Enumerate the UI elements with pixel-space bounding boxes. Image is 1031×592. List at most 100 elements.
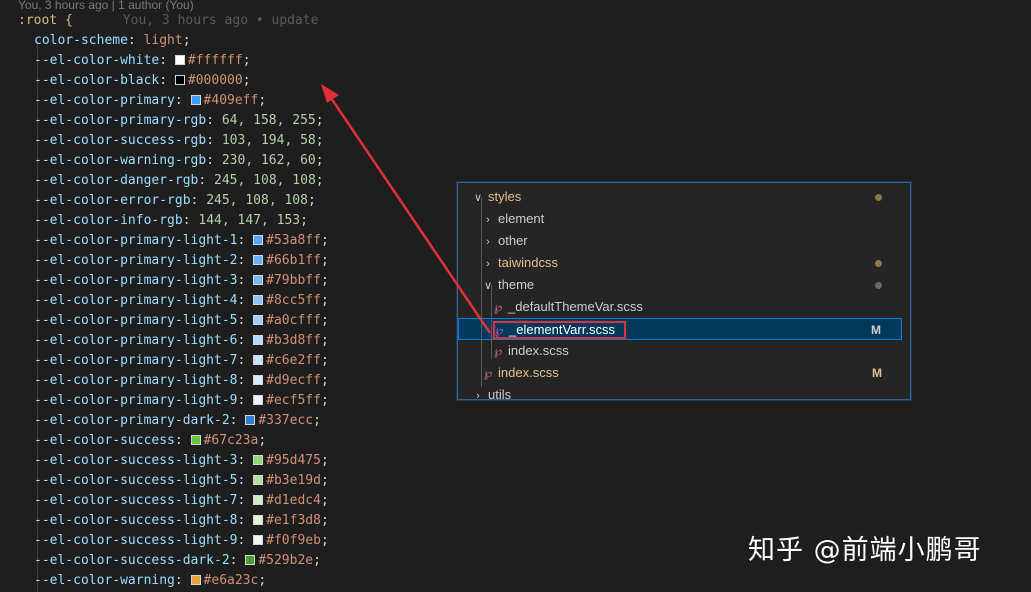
explorer-file-item[interactable]: ℘ _defaultThemeVar.scss — [458, 296, 902, 318]
zhihu-watermark: 知乎 @前端小鹏哥 — [748, 535, 982, 566]
colon: : — [127, 33, 144, 48]
css-value: #d9ecff — [266, 373, 321, 388]
code-line[interactable]: --el-color-primary-rgb: 64, 158, 255; — [18, 111, 1031, 131]
semicolon: ; — [320, 393, 329, 408]
css-property: color-scheme — [34, 33, 128, 48]
explorer-folder-item[interactable]: › utils — [458, 384, 902, 399]
color-swatch[interactable] — [253, 275, 264, 285]
code-line[interactable]: --el-color-black: #000000; — [18, 71, 1031, 91]
color-swatch[interactable] — [190, 435, 201, 445]
explorer-folder-item[interactable]: › element — [458, 208, 902, 230]
color-swatch[interactable] — [253, 335, 264, 345]
color-swatch[interactable] — [190, 95, 201, 105]
colon: : — [237, 253, 254, 268]
explorer-folder-item[interactable]: ∨ styles — [458, 186, 902, 208]
css-value: #d1edc4 — [266, 493, 321, 508]
color-swatch[interactable] — [253, 295, 264, 305]
css-value: #ffffff — [187, 53, 243, 68]
color-swatch[interactable] — [253, 395, 264, 405]
code-line[interactable]: --el-color-success: #67c23a; — [18, 431, 1031, 451]
explorer-file-item[interactable]: ℘ index.scss — [458, 340, 902, 362]
colon: : — [229, 413, 246, 428]
semicolon: ; — [320, 273, 329, 288]
css-property: --el-color-primary-light-2 — [34, 253, 238, 268]
css-property: --el-color-primary-light-9 — [34, 393, 238, 408]
css-property: --el-color-success-light-7 — [34, 493, 238, 508]
explorer-file-item[interactable]: ℘ _elementVarr.scss M — [458, 318, 902, 340]
chevron-right-icon[interactable]: › — [482, 253, 494, 275]
sass-file-icon: ℘ — [494, 323, 504, 337]
color-swatch[interactable] — [174, 55, 185, 65]
code-line[interactable]: --el-color-success-light-7: #d1edc4; — [18, 491, 1031, 511]
chevron-right-icon[interactable]: › — [482, 231, 494, 253]
semicolon: ; — [258, 573, 267, 588]
code-line[interactable]: color-scheme: light; — [18, 31, 1031, 51]
semicolon: ; — [315, 153, 324, 168]
colon: : — [237, 393, 254, 408]
css-value: #66b1ff — [266, 253, 321, 268]
color-swatch[interactable] — [245, 415, 256, 425]
explorer-file-item[interactable]: ℘ index.scss M — [458, 362, 902, 384]
colon: : — [237, 453, 254, 468]
color-swatch[interactable] — [245, 555, 256, 565]
colon: : — [182, 213, 199, 228]
sass-file-icon: ℘ — [493, 344, 503, 358]
css-property: --el-color-black — [34, 73, 160, 88]
semicolon: ; — [242, 53, 251, 68]
code-line[interactable]: --el-color-success-light-3: #95d475; — [18, 451, 1031, 471]
css-property: --el-color-primary-light-7 — [34, 353, 238, 368]
color-swatch[interactable] — [253, 535, 264, 545]
css-property: --el-color-danger-rgb — [34, 173, 199, 188]
code-line[interactable]: --el-color-primary-dark-2: #337ecc; — [18, 411, 1031, 431]
css-property: --el-color-primary-light-5 — [34, 313, 238, 328]
semicolon: ; — [320, 353, 329, 368]
code-line[interactable]: --el-color-white: #ffffff; — [18, 51, 1031, 71]
css-property: --el-color-success-light-8 — [34, 513, 238, 528]
explorer-folder-item[interactable]: ∨ theme — [458, 274, 902, 296]
color-swatch[interactable] — [253, 255, 264, 265]
color-swatch[interactable] — [253, 235, 264, 245]
color-swatch[interactable] — [253, 315, 264, 325]
color-swatch[interactable] — [253, 355, 264, 365]
modified-dot-indicator — [875, 194, 882, 201]
colon: : — [198, 173, 215, 188]
css-property: --el-color-primary-light-8 — [34, 373, 238, 388]
explorer-folder-item[interactable]: › other — [458, 230, 902, 252]
code-line[interactable]: --el-color-warning: #e6a23c; — [18, 571, 1031, 591]
color-swatch[interactable] — [253, 495, 264, 505]
colon: : — [159, 53, 175, 68]
semicolon: ; — [315, 133, 324, 148]
colon: : — [237, 313, 254, 328]
color-swatch[interactable] — [253, 455, 264, 465]
colon: : — [237, 473, 254, 488]
colon: : — [237, 533, 254, 548]
code-line[interactable]: --el-color-success-rgb: 103, 194, 58; — [18, 131, 1031, 151]
color-swatch[interactable] — [253, 375, 264, 385]
css-property: --el-color-success — [34, 433, 175, 448]
explorer-folder-item[interactable]: › taiwindcss — [458, 252, 902, 274]
color-swatch[interactable] — [253, 515, 264, 525]
colon: : — [206, 113, 222, 128]
css-value: #529b2e — [258, 553, 314, 568]
semicolon: ; — [320, 533, 329, 548]
code-line[interactable]: --el-color-warning-rgb: 230, 162, 60; — [18, 151, 1031, 171]
css-value: 64, 158, 255 — [221, 113, 316, 128]
code-line[interactable]: --el-color-primary: #409eff; — [18, 91, 1031, 111]
css-value: 103, 194, 58 — [221, 133, 316, 148]
css-property: --el-color-primary-light-1 — [34, 233, 238, 248]
chevron-down-icon[interactable]: ∨ — [482, 275, 494, 297]
color-swatch[interactable] — [190, 575, 201, 585]
css-property: --el-color-success-light-5 — [34, 473, 238, 488]
colon: : — [237, 293, 254, 308]
chevron-right-icon[interactable]: › — [482, 209, 494, 231]
code-line[interactable]: --el-color-success-light-5: #b3e19d; — [18, 471, 1031, 491]
css-value: #f0f9eb — [266, 533, 321, 548]
color-swatch[interactable] — [174, 75, 185, 85]
css-value: 245, 108, 108 — [206, 193, 308, 208]
chevron-right-icon[interactable]: › — [472, 385, 484, 399]
css-property: --el-color-success-light-9 — [34, 533, 238, 548]
color-swatch[interactable] — [253, 475, 264, 485]
code-line-selector[interactable]: :root {You, 3 hours ago • update — [18, 11, 1031, 31]
chevron-down-icon[interactable]: ∨ — [472, 187, 484, 209]
css-property: --el-color-white — [34, 53, 160, 68]
